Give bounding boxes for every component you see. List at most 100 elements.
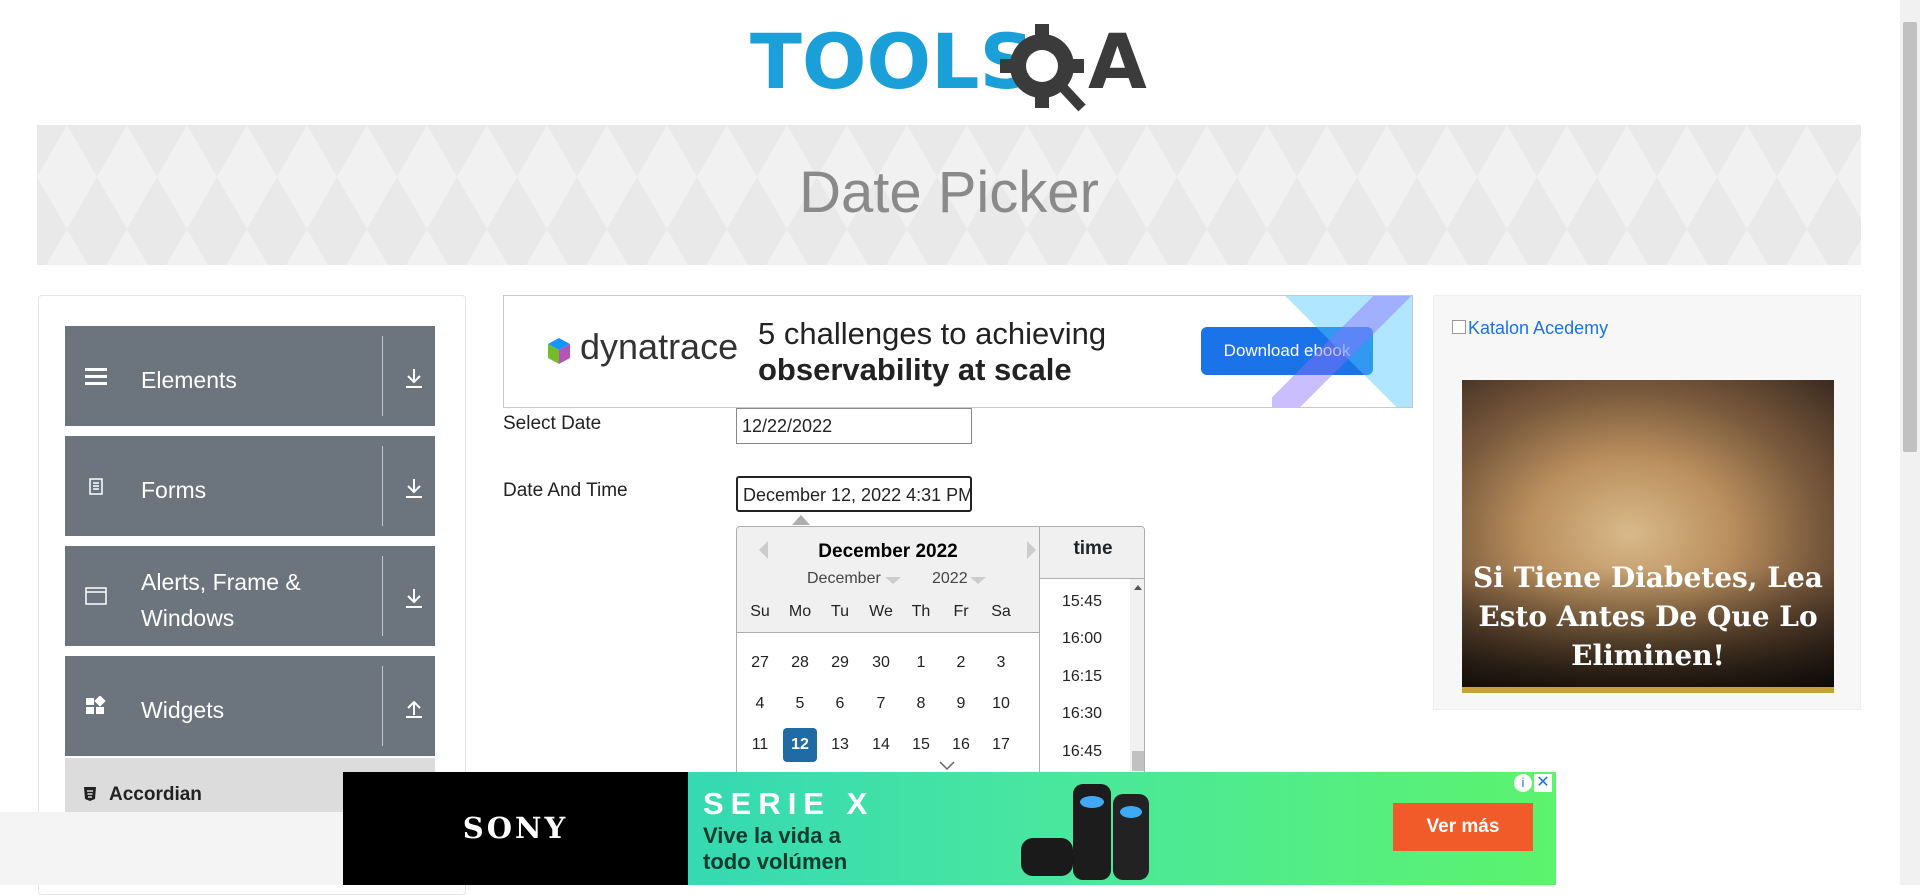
ad-headline-2: observability at scale [758,352,1072,387]
ad-info-icon[interactable]: i [1514,774,1532,792]
page-title: Date Picker [799,160,1099,225]
sidebar-group-label: Elements [141,367,237,393]
next-month-button[interactable] [1027,541,1036,559]
divider [382,666,383,746]
select-date-label: Select Date [503,413,602,434]
download-icon [406,589,422,608]
time-option[interactable]: 16:30 [1062,705,1102,723]
calendar-day[interactable]: 6 [823,687,857,721]
time-header: time [1040,527,1144,579]
window-icon [85,587,107,605]
day-name: Tu [830,603,850,620]
sidebar-group-label-line2: Windows [141,605,235,631]
time-column: time 15:45 16:00 16:15 16:30 16:45 [1039,527,1144,775]
time-scrollbar-thumb[interactable] [1132,751,1144,771]
day-name: Th [911,603,931,620]
sidebar-group-widgets[interactable]: Widgets [65,656,435,756]
calendar-day[interactable]: 7 [864,687,898,721]
calendar-day[interactable]: 1 [904,646,938,680]
ver-mas-button[interactable]: Ver más [1393,803,1533,851]
logo-text-tools: TOOLS [750,18,1034,106]
sidebar-group-label: Alerts, Frame & [141,569,301,595]
picker-header: December 2022 December 2022 Su Mo Tu We … [737,527,1039,633]
speaker-image [1021,784,1149,880]
calendar-day[interactable]: 16 [944,728,978,762]
calendar-day[interactable]: 28 [783,646,817,680]
download-icon [406,479,422,498]
sidebar-group-label: Widgets [141,697,225,723]
logo-graphic: TOOLS A [750,17,1147,112]
day-name: Su [750,603,770,620]
dynatrace-logo-icon [548,338,570,364]
sidebar-group-elements[interactable]: Elements [65,326,435,426]
ad-tagline: Vive la vida a todo volúmen [703,823,848,874]
calendar-day-selected[interactable]: 12 [783,728,817,762]
day-name: We [869,603,893,620]
sidebar-group-alerts[interactable]: Alerts, Frame & Windows [65,546,435,646]
hamburger-icon [85,368,107,385]
calendar-day[interactable]: 3 [984,646,1018,680]
calendar-day[interactable]: 4 [743,687,777,721]
calendar-day[interactable]: 5 [783,687,817,721]
select-date-input[interactable]: 12/22/2022 [736,408,972,444]
sidebar-group-forms[interactable]: Forms [65,436,435,536]
divider [382,336,383,416]
chevron-down-icon [885,577,901,584]
calendar-day[interactable]: 13 [823,728,857,762]
calendar-day[interactable]: 8 [904,687,938,721]
time-scrollbar[interactable] [1130,579,1144,775]
broken-image-icon [1452,320,1466,334]
date-time-picker: December 2022 December 2022 Su Mo Tu We … [736,526,1145,776]
calendar-day[interactable]: 29 [823,646,857,680]
calendar-day[interactable]: 17 [984,728,1018,762]
katalon-ad[interactable]: Katalon Acedemy Si Tiene Diabetes, Lea E… [1433,295,1861,710]
ad-caption: Si Tiene Diabetes, Lea Esto Antes De Que… [1473,561,1823,672]
date-and-time-label: Date And Time [503,480,628,501]
calendar-day[interactable]: 27 [743,646,777,680]
calendar-day[interactable]: 2 [944,646,978,680]
upload-icon [406,700,422,718]
calendar-day[interactable]: 9 [944,687,978,721]
logo-text-a: A [1088,18,1147,106]
page-footer-area [0,812,343,885]
date-and-time-input[interactable]: December 12, 2022 4:31 PM [736,476,972,512]
scroll-up-arrow-icon[interactable] [1134,585,1142,590]
calendar-day[interactable]: 11 [743,728,777,762]
html5-icon [84,787,96,801]
widgets-icon [86,696,106,714]
document-icon [89,478,103,495]
calendar-day[interactable]: 15 [904,728,938,762]
chevron-down-icon[interactable] [939,761,955,771]
calendar-day[interactable]: 14 [864,728,898,762]
time-option[interactable]: 15:45 [1062,593,1102,611]
ad-headline-1: 5 challenges to achieving [758,316,1107,351]
calendar-day[interactable]: 10 [984,687,1018,721]
ad-brand: dynatrace [580,326,739,367]
ad-product-name: SERIE X [703,786,875,821]
katalon-link[interactable]: Katalon Acedemy [1468,318,1608,339]
day-name: Sa [991,603,1011,620]
time-option[interactable]: 16:45 [1062,743,1102,761]
calendar-day[interactable]: 30 [864,646,898,680]
page-banner: Date Picker [37,125,1861,265]
sony-ad[interactable]: SONY SERIE X Vive la vida a todo volúmen… [343,772,1556,885]
time-option[interactable]: 16:15 [1062,668,1102,686]
year-select[interactable]: 2022 [932,570,968,588]
current-month-title: December 2022 [818,541,958,562]
page-scrollbar-thumb[interactable] [1903,22,1917,452]
toolsqa-logo[interactable]: TOOLS A [750,17,1150,114]
day-name: Mo [788,603,812,620]
close-icon[interactable]: ✕ [1534,774,1552,792]
dynatrace-ad[interactable]: dynatrace 5 challenges to achieving obse… [503,295,1413,408]
divider [382,446,383,526]
sony-logo: SONY [343,772,688,885]
ad-decoration [1272,296,1412,407]
month-select[interactable]: December [807,570,881,588]
ad-bottom-bar [1462,687,1834,693]
download-icon [406,369,422,388]
sidebar-item-label: Accordian [109,784,202,805]
divider [382,556,383,636]
sidebar-group-label: Forms [141,477,207,503]
picker-pointer [792,515,810,525]
time-option[interactable]: 16:00 [1062,630,1102,648]
